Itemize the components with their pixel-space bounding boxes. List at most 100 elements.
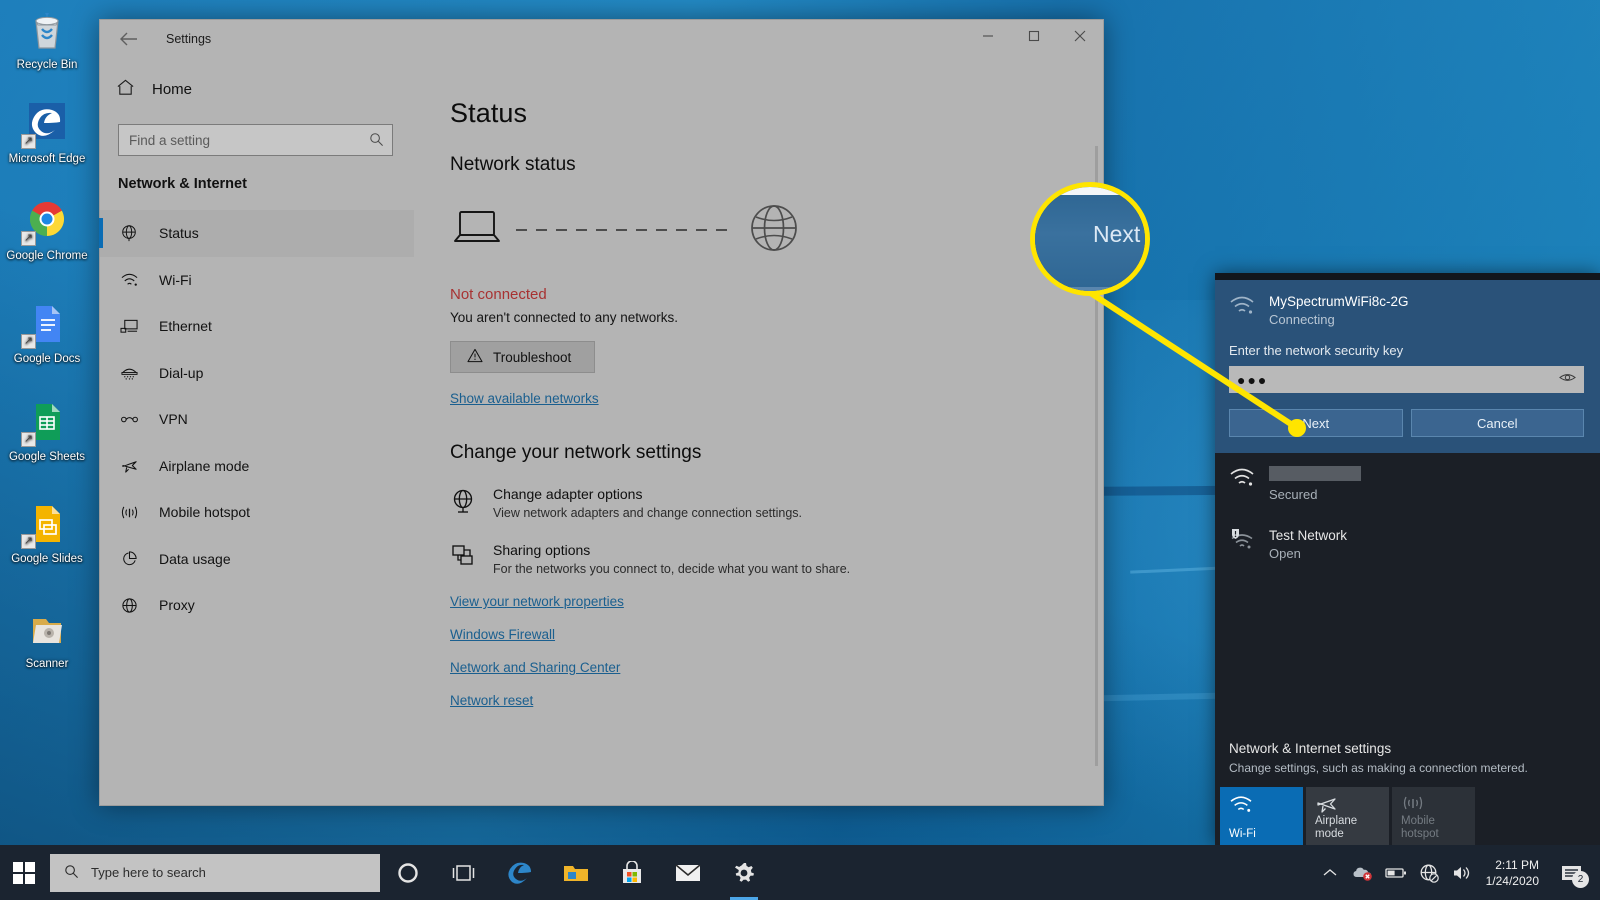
cancel-button[interactable]: Cancel — [1410, 409, 1584, 437]
settings-title-bar: Settings — [100, 20, 1103, 58]
google-docs-icon: ↗ — [21, 300, 71, 349]
cortana-icon[interactable] — [380, 845, 436, 900]
connecting-state: Connecting — [1269, 312, 1335, 327]
maximize-button[interactable] — [1011, 20, 1057, 51]
onedrive-error-icon[interactable] — [1348, 845, 1378, 900]
view-network-properties-link[interactable]: View your network properties — [450, 594, 624, 609]
sidebar-section-title: Network & Internet — [118, 176, 247, 192]
settings-window[interactable]: Settings Home Find a setting Network & I… — [99, 19, 1104, 806]
status-detail: You aren't connected to any networks. — [450, 310, 678, 325]
show-available-networks-link[interactable]: Show available networks — [450, 391, 599, 406]
sidebar-item-vpn[interactable]: VPN — [100, 396, 414, 443]
home-icon — [116, 78, 135, 101]
sidebar-item-wi-fi[interactable]: Wi-Fi — [100, 257, 414, 304]
desktop-icon-microsoft-edge[interactable]: ↗ Microsoft Edge — [0, 100, 94, 166]
security-key-input[interactable] — [1229, 366, 1584, 393]
notification-center-button[interactable]: 2 — [1552, 845, 1592, 900]
desktop-icon-recycle-bin[interactable]: Recycle Bin — [0, 6, 94, 72]
sharing-icon — [450, 542, 477, 576]
sidebar-item-label: Proxy — [159, 597, 195, 614]
sidebar-item-proxy[interactable]: Proxy — [100, 582, 414, 629]
settings-gear-icon[interactable] — [716, 845, 772, 900]
network-sharing-center-link[interactable]: Network and Sharing Center — [450, 660, 620, 675]
minimize-button[interactable] — [965, 20, 1011, 51]
battery-icon[interactable] — [1381, 845, 1411, 900]
sidebar-item-dial-up[interactable]: Dial-up — [100, 350, 414, 397]
settings-content: Status Network status Not connected You … — [414, 58, 1103, 807]
windows-firewall-link[interactable]: Windows Firewall — [450, 627, 555, 642]
desktop-icon-google-sheets[interactable]: ↗ Google Sheets — [0, 398, 94, 464]
edge-icon[interactable] — [492, 845, 548, 900]
quick-tile-label: Airplane mode — [1315, 815, 1358, 840]
chrome-icon: ↗ — [21, 197, 71, 246]
security-key-label: Enter the network security key — [1229, 343, 1404, 358]
recycle-bin-icon — [23, 6, 71, 54]
network-status-diagram — [452, 198, 1103, 262]
connecting-ssid: MySpectrumWiFi8c-2G — [1269, 294, 1409, 309]
volume-icon[interactable] — [1447, 845, 1477, 900]
option-desc: For the networks you connect to, decide … — [493, 562, 851, 576]
troubleshoot-button[interactable]: Troubleshoot — [450, 341, 595, 373]
wifi-flyout-panel[interactable]: MySpectrumWiFi8c-2G Connecting Enter the… — [1215, 273, 1600, 845]
quick-tile-mobile-hotspot[interactable]: Mobile hotspot — [1392, 787, 1475, 845]
quick-tile-airplane-mode[interactable]: Airplane mode — [1306, 787, 1389, 845]
mail-icon[interactable] — [660, 845, 716, 900]
sidebar-item-ethernet[interactable]: Ethernet — [100, 303, 414, 350]
taskbar[interactable]: Type here to search 2:11 PM 1/24/2020 2 — [0, 845, 1600, 900]
taskbar-search-box[interactable]: Type here to search — [50, 853, 380, 892]
network-list-item-test-network[interactable]: Test Network Open — [1215, 515, 1600, 574]
network-internet-settings-link[interactable]: Network & Internet settings — [1215, 741, 1600, 756]
close-button[interactable] — [1057, 20, 1103, 51]
quick-action-tiles: Wi-Fi Airplane mode Mobile hotspot — [1215, 787, 1600, 845]
shortcut-arrow-icon: ↗ — [21, 334, 36, 349]
file-explorer-icon[interactable] — [548, 845, 604, 900]
sidebar-item-data-usage[interactable]: Data usage — [100, 536, 414, 583]
sidebar-item-airplane-mode[interactable]: Airplane mode — [100, 443, 414, 490]
network-status-heading: Network status — [450, 154, 576, 175]
wifi-icon — [1229, 294, 1255, 319]
start-button[interactable] — [0, 845, 48, 900]
taskbar-clock[interactable]: 2:11 PM 1/24/2020 — [1480, 857, 1549, 889]
network-disconnected-icon[interactable] — [1414, 845, 1444, 900]
quick-tile-wifi[interactable]: Wi-Fi — [1220, 787, 1303, 845]
scanner-icon — [23, 605, 71, 653]
search-input[interactable] — [118, 124, 393, 156]
desktop-icon-scanner[interactable]: Scanner — [0, 605, 94, 671]
sidebar-item-label: Mobile hotspot — [159, 504, 251, 521]
sidebar-item-status[interactable]: Status — [99, 210, 414, 257]
desktop-icon-label: Scanner — [25, 658, 69, 670]
notification-badge: 2 — [1572, 871, 1589, 888]
shortcut-arrow-icon: ↗ — [21, 534, 36, 549]
back-button[interactable] — [106, 21, 152, 57]
shortcut-arrow-icon: ↗ — [21, 231, 36, 246]
task-view-icon[interactable] — [436, 845, 492, 900]
desktop-icon-google-chrome[interactable]: ↗ Google Chrome — [0, 197, 94, 263]
globe-network-icon — [748, 202, 800, 259]
network-security: Secured — [1269, 487, 1318, 502]
option-change-adapter-options[interactable]: Change adapter options View network adap… — [450, 486, 1103, 520]
connection-dashed-line — [516, 229, 736, 231]
next-button[interactable]: Next — [1229, 409, 1403, 437]
store-icon[interactable] — [604, 845, 660, 900]
network-list-item-secured[interactable]: Secured — [1215, 453, 1600, 515]
desktop-icon-label: Google Docs — [13, 353, 81, 365]
connecting-network-card[interactable]: MySpectrumWiFi8c-2G Connecting Enter the… — [1215, 280, 1600, 453]
window-controls — [965, 20, 1103, 51]
sidebar-item-mobile-hotspot[interactable]: Mobile hotspot — [100, 489, 414, 536]
magnifier-content: Next — [1035, 187, 1145, 291]
sidebar-item-home[interactable]: Home — [100, 68, 414, 110]
sidebar-item-label: Wi-Fi — [159, 271, 192, 288]
desktop-icon-google-docs[interactable]: ↗ Google Docs — [0, 300, 94, 366]
reveal-password-icon[interactable] — [1559, 371, 1576, 387]
desktop-icon-label: Recycle Bin — [16, 59, 78, 71]
desktop-icon-google-slides[interactable]: ↗ Google Slides — [0, 500, 94, 566]
network-reset-link[interactable]: Network reset — [450, 693, 533, 708]
flyout-top-edge — [1215, 273, 1600, 280]
sidebar-item-label: Status — [159, 225, 199, 242]
option-sharing-options[interactable]: Sharing options For the networks you con… — [450, 542, 1103, 576]
airplane-icon — [118, 457, 140, 474]
troubleshoot-label: Troubleshoot — [493, 349, 572, 365]
network-name: Test Network — [1269, 528, 1348, 543]
show-hidden-icons-chevron[interactable] — [1315, 845, 1345, 900]
option-title: Sharing options — [493, 542, 591, 558]
